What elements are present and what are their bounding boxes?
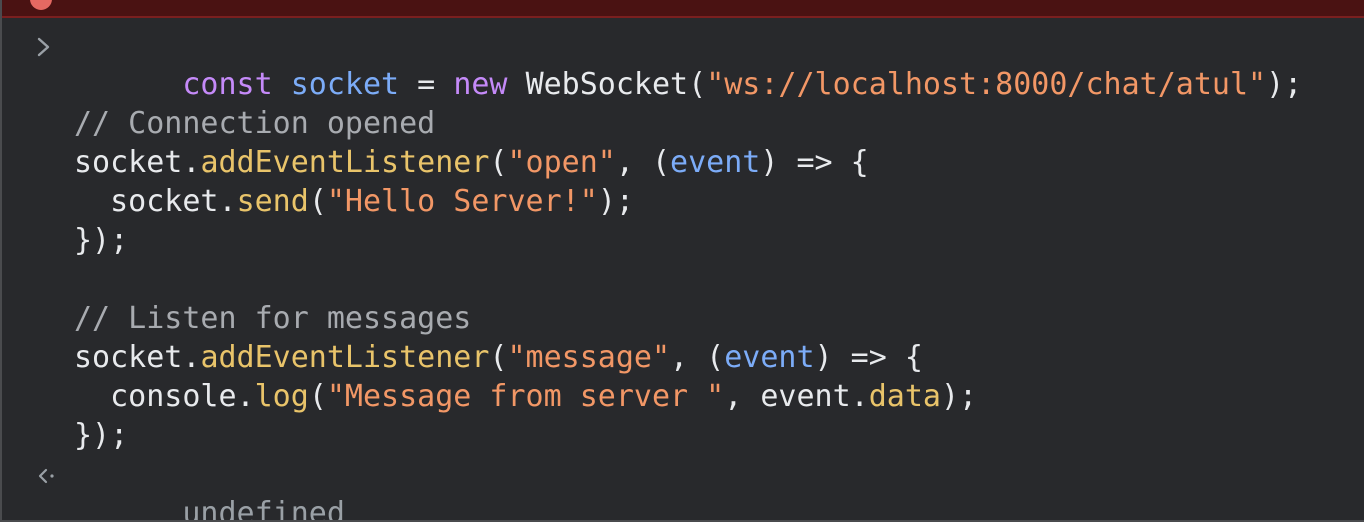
- statement-end: );: [597, 184, 634, 219]
- arrow-fn: ) => {: [760, 145, 869, 180]
- separator: , (: [670, 340, 725, 375]
- block-close: });: [74, 418, 129, 453]
- block-close: });: [74, 223, 129, 258]
- property-data: data: [868, 379, 941, 414]
- separator: , event.: [724, 379, 869, 414]
- chevron-left-icon: [34, 455, 58, 494]
- comment-listen-messages: // Listen for messages: [74, 301, 472, 336]
- object-socket: socket.: [74, 340, 201, 375]
- string-hello-server: "Hello Server!": [326, 184, 598, 219]
- statement-end: );: [940, 379, 978, 414]
- code-line-9: socket.addEventListener("message", (even…: [2, 338, 1362, 377]
- comment-connection-opened: // Connection opened: [74, 106, 436, 141]
- result-value: undefined: [182, 496, 345, 522]
- code-line-8: // Listen for messages: [2, 299, 1362, 338]
- code-line-6: });: [2, 221, 1362, 260]
- arrow-fn: ) => {: [814, 340, 923, 375]
- object-socket: socket.: [74, 145, 201, 180]
- string-open: "open": [507, 145, 616, 180]
- method-log: log: [254, 379, 309, 414]
- method-addEventListener: addEventListener: [200, 340, 490, 375]
- code-line-4: socket.addEventListener("open", (event) …: [2, 143, 1362, 182]
- separator: , (: [615, 145, 671, 180]
- method-addEventListener: addEventListener: [200, 145, 490, 180]
- console-result-line: undefined: [2, 455, 1362, 522]
- error-circle-icon: [30, 0, 52, 10]
- object-socket: socket.: [110, 184, 237, 219]
- code-line-5: socket.send("Hello Server!");: [2, 182, 1362, 221]
- paren-open: (: [489, 145, 508, 180]
- chevron-right-icon: [34, 26, 58, 65]
- console-input-block[interactable]: const socket = new WebSocket("ws://local…: [2, 26, 1362, 522]
- paren-open: (: [308, 184, 327, 219]
- string-message: "message": [507, 340, 671, 375]
- paren-open: (: [489, 340, 508, 375]
- code-line-11: });: [2, 416, 1362, 455]
- code-line-1: const socket = new WebSocket("ws://local…: [2, 26, 1362, 102]
- error-message-row: [2, 0, 1364, 18]
- method-send: send: [236, 184, 309, 219]
- object-console: console.: [110, 379, 255, 414]
- param-event: event: [670, 145, 761, 180]
- devtools-console: const socket = new WebSocket("ws://local…: [0, 0, 1364, 522]
- paren-open: (: [308, 379, 327, 414]
- param-event: event: [724, 340, 815, 375]
- string-message-from-server: "Message from server ": [326, 379, 725, 414]
- code-line-3: // Connection opened: [2, 104, 1362, 143]
- code-line-10: console.log("Message from server ", even…: [2, 377, 1362, 416]
